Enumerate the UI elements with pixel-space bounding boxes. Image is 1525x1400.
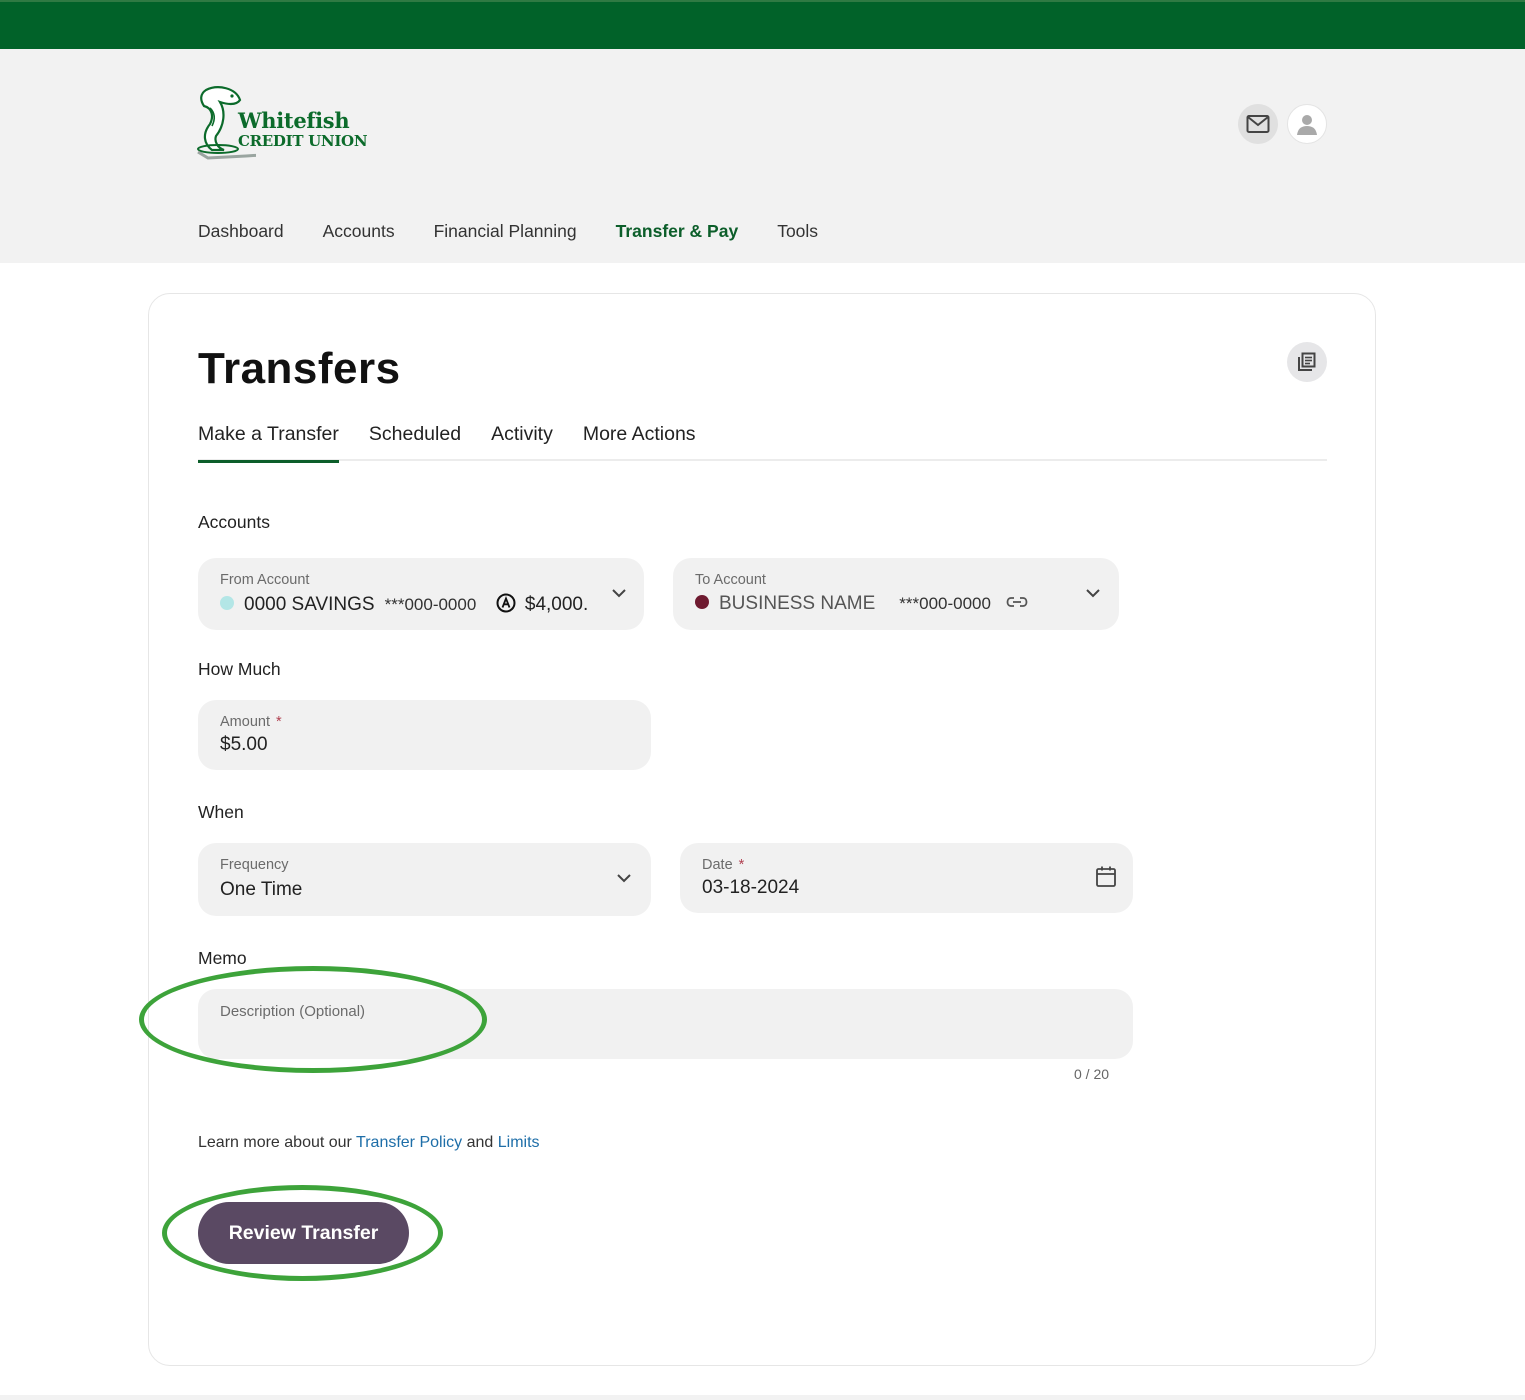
memo-field[interactable]: Description (Optional): [198, 989, 1133, 1059]
calendar-icon[interactable]: [1095, 865, 1117, 889]
chevron-down-icon: [1086, 589, 1100, 598]
nav-dashboard[interactable]: Dashboard: [198, 221, 284, 242]
accounts-section-label: Accounts: [198, 512, 270, 532]
documents-icon: [1298, 352, 1316, 371]
user-icon: [1297, 115, 1317, 135]
from-account-number: ***000-0000: [384, 595, 477, 614]
logo-name: Whitefish: [238, 108, 350, 133]
amount-field[interactable]: Amount * $5.00: [198, 700, 651, 770]
nav-financial-planning[interactable]: Financial Planning: [434, 221, 577, 242]
available-balance-icon: [496, 593, 516, 613]
amount-label: Amount: [220, 714, 270, 730]
nav-accounts[interactable]: Accounts: [323, 221, 395, 242]
limits-link[interactable]: Limits: [498, 1134, 540, 1151]
date-field[interactable]: Date * 03-18-2024: [680, 843, 1133, 913]
to-account-select[interactable]: To Account BUSINESS NAME ***000-0000: [673, 558, 1119, 630]
chevron-down-icon: [617, 874, 631, 883]
documents-button[interactable]: [1287, 342, 1327, 382]
how-much-section-label: How Much: [198, 659, 281, 679]
from-account-label: From Account: [220, 572, 310, 588]
account-color-dot: [695, 594, 709, 609]
whitefish-logo[interactable]: Whitefish CREDIT UNION: [196, 86, 376, 162]
logo-subname: CREDIT UNION: [238, 132, 368, 150]
date-value: 03-18-2024: [702, 877, 800, 898]
from-account-select[interactable]: From Account 0000 SAVINGS ***000-0000 $4,…: [198, 558, 644, 630]
to-account-label: To Account: [695, 572, 766, 588]
account-color-dot: [220, 595, 234, 610]
transfer-tabs: Make a Transfer Scheduled Activity More …: [198, 423, 1327, 463]
main-nav: Dashboard Accounts Financial Planning Tr…: [198, 221, 857, 242]
top-brand-bar: [0, 0, 1525, 49]
to-account-name: BUSINESS NAME: [719, 593, 876, 614]
tab-scheduled[interactable]: Scheduled: [369, 423, 461, 461]
required-mark: *: [738, 857, 745, 873]
date-label: Date: [702, 857, 733, 873]
required-mark: *: [275, 714, 282, 730]
review-transfer-button[interactable]: Review Transfer: [198, 1202, 409, 1264]
link-icon: [1006, 597, 1028, 607]
frequency-value: One Time: [220, 879, 303, 900]
from-account-name: 0000 SAVINGS: [244, 594, 375, 615]
memo-placeholder: Description (Optional): [220, 1003, 366, 1020]
messages-button[interactable]: [1238, 104, 1278, 144]
from-account-balance: $4,000.: [524, 594, 589, 615]
learn-more-text: Learn more about our Transfer Policy and…: [198, 1134, 540, 1151]
amount-value: $5.00: [220, 734, 268, 755]
frequency-select[interactable]: Frequency One Time: [198, 843, 651, 916]
nav-transfer-pay[interactable]: Transfer & Pay: [616, 221, 739, 242]
chevron-down-icon: [612, 589, 626, 598]
when-section-label: When: [198, 802, 244, 822]
memo-char-counter: 0 / 20: [1074, 1066, 1110, 1082]
frequency-label: Frequency: [220, 857, 289, 873]
memo-section-label: Memo: [198, 948, 247, 968]
footer-strip: [0, 1395, 1525, 1400]
tab-more-actions[interactable]: More Actions: [583, 423, 696, 461]
mail-icon: [1246, 115, 1270, 133]
nav-tools[interactable]: Tools: [777, 221, 818, 242]
to-account-number: ***000-0000: [899, 594, 991, 613]
tab-make-a-transfer[interactable]: Make a Transfer: [198, 423, 339, 463]
tab-activity[interactable]: Activity: [491, 423, 553, 461]
page-title: Transfers: [198, 344, 401, 393]
profile-button[interactable]: [1287, 104, 1327, 144]
transfer-policy-link[interactable]: Transfer Policy: [356, 1134, 462, 1151]
